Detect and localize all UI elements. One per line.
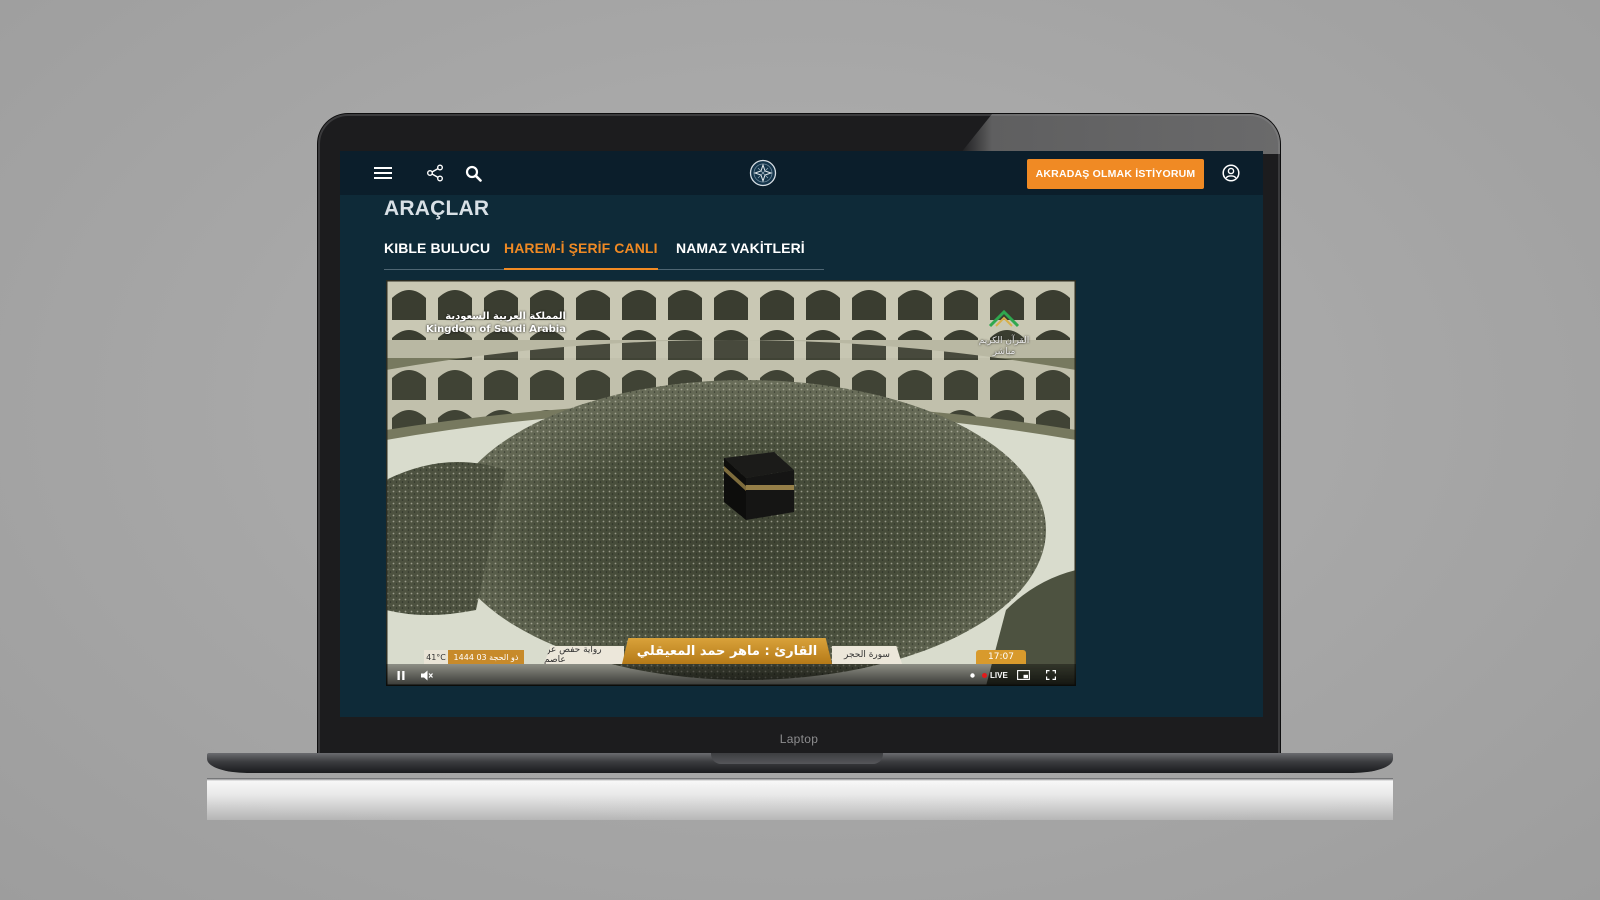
share-icon[interactable]: [424, 162, 446, 184]
user-account-icon[interactable]: [1220, 162, 1242, 184]
hamburger-menu-icon[interactable]: [372, 162, 394, 184]
temperature-badge: 41°C: [424, 650, 448, 664]
pause-icon[interactable]: [394, 668, 408, 682]
live-indicator-dot: [968, 668, 976, 682]
channel-logo-line2: مباشر: [992, 347, 1016, 357]
broadcaster-logo-arabic: المملكة العربية السعودية: [445, 311, 566, 322]
surah-label: سورة الحجر: [832, 646, 902, 664]
channel-logo: القرآن الكريم مباشر: [974, 306, 1034, 358]
tools-tabs: KIBLE BULUCU HAREM-İ ŞERİF CANLI NAMAZ V…: [384, 233, 824, 270]
page-title: ARAÇLAR: [384, 197, 490, 220]
channel-logo-line1: القرآن الكريم: [978, 336, 1030, 346]
fullscreen-icon[interactable]: [1044, 668, 1058, 682]
broadcast-clock: 17:07: [976, 650, 1026, 664]
broadcaster-logo: المملكة العربية السعودية Kingdom of Saud…: [426, 310, 566, 336]
live-dot-icon: [982, 672, 987, 678]
hijri-date-badge: 1444 ذو الحجة 03: [448, 650, 524, 664]
laptop-base: [207, 753, 1393, 773]
live-button[interactable]: LIVE: [982, 668, 1008, 682]
lid-glare: [960, 114, 1280, 154]
broadcaster-logo-english: Kingdom of Saudi Arabia: [426, 324, 566, 335]
mockup-stage: Laptop AKRADAŞ OLMAK İSTİYORUM ARAÇLAR K…: [0, 0, 1600, 900]
laptop-screen: AKRADAŞ OLMAK İSTİYORUM ARAÇLAR KIBLE BU…: [340, 151, 1263, 717]
video-control-bar: LIVE: [386, 664, 1076, 686]
laptop-base-notch: [711, 753, 883, 764]
top-navigation-bar: AKRADAŞ OLMAK İSTİYORUM: [340, 151, 1263, 195]
mute-icon[interactable]: [420, 668, 434, 682]
picture-in-picture-icon[interactable]: [1016, 668, 1030, 682]
tab-namaz-vakitleri[interactable]: NAMAZ VAKİTLERİ: [676, 240, 805, 268]
site-logo-icon[interactable]: [749, 159, 777, 187]
laptop-label: Laptop: [779, 732, 819, 746]
riwaya-label: رواية حفص عن عاصم: [544, 646, 624, 664]
base-reflection: [207, 778, 1393, 820]
live-label: LIVE: [990, 670, 1008, 680]
tab-harem-i-serif-canli[interactable]: HAREM-İ ŞERİF CANLI: [504, 240, 658, 270]
reciter-banner: القارئ : ماهر حمد المعيقلي: [622, 638, 832, 664]
video-frame-kaaba: [386, 280, 1076, 686]
become-friend-button[interactable]: AKRADAŞ OLMAK İSTİYORUM: [1027, 159, 1204, 189]
search-icon[interactable]: [462, 162, 484, 184]
reflection-shadow: [207, 778, 1393, 781]
broadcast-lower-third: 41°C 1444 ذو الحجة 03 رواية حفص عن عاصم …: [386, 638, 1076, 664]
live-video-player[interactable]: المملكة العربية السعودية Kingdom of Saud…: [386, 280, 1076, 686]
channel-logo-icon: [988, 309, 1020, 328]
tab-kible-bulucu[interactable]: KIBLE BULUCU: [384, 240, 490, 268]
